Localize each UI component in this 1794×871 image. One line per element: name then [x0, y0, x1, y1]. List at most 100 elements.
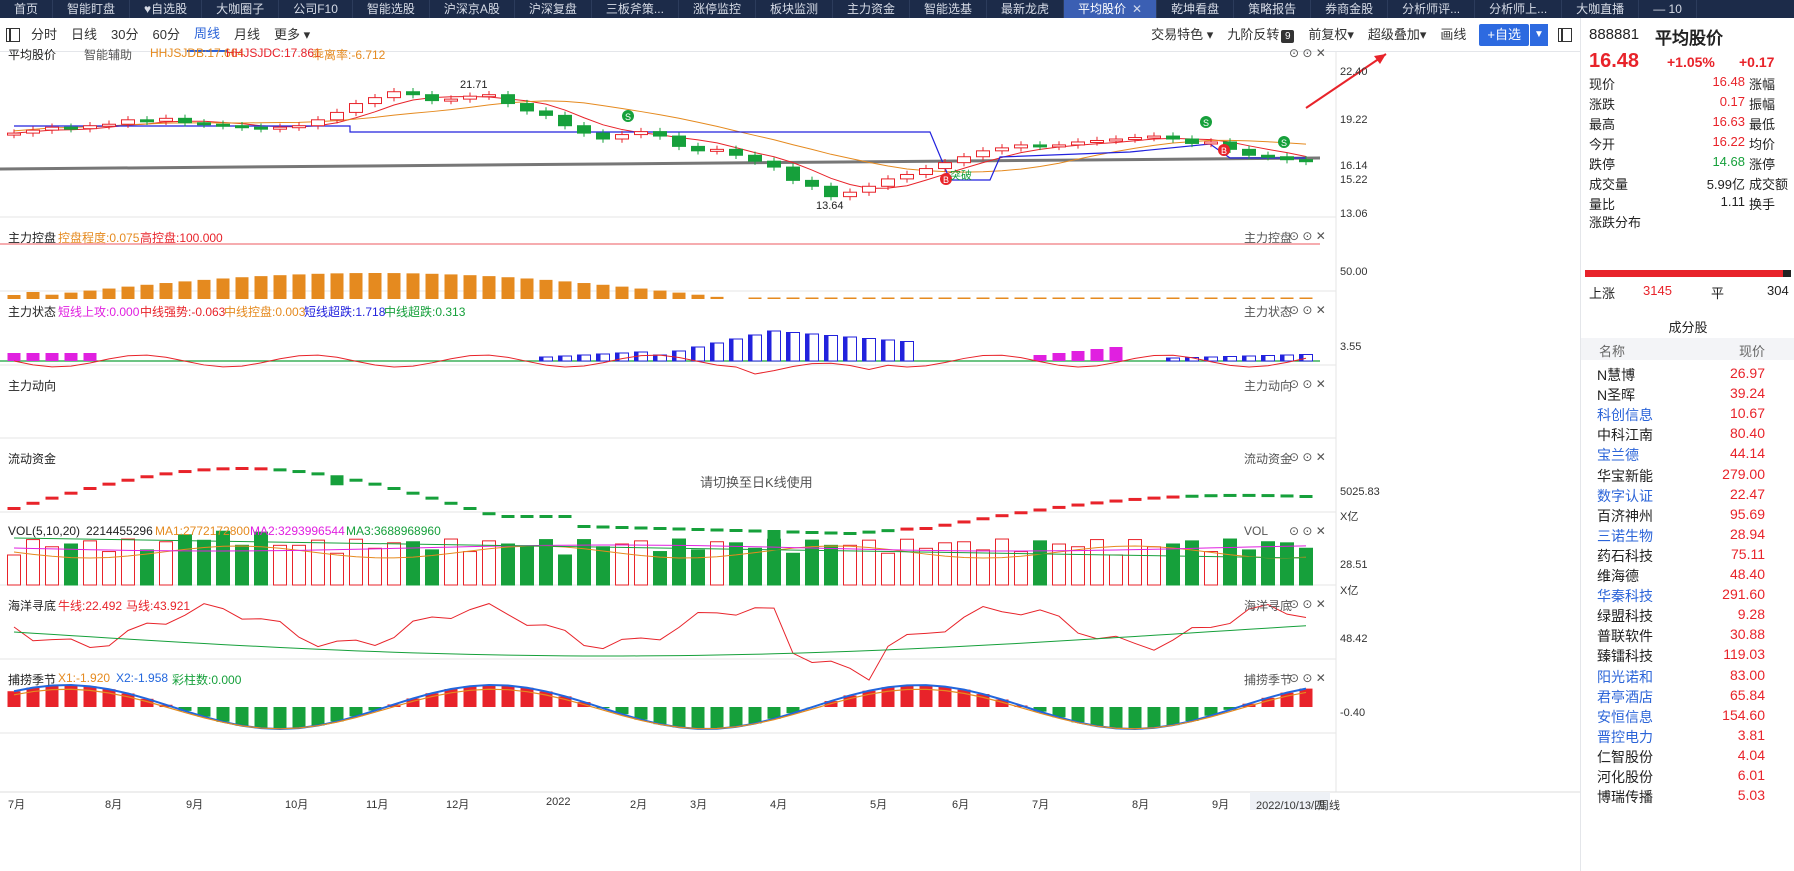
nav-tab-4[interactable]: 公司F10 — [279, 0, 353, 18]
candle — [140, 119, 154, 123]
constituent-row[interactable]: 博瑞传播 5.03 — [1581, 784, 1794, 807]
nav-tab-13[interactable]: 最新龙虎 — [987, 0, 1065, 18]
control-bar — [1071, 297, 1085, 299]
nav-tab-8[interactable]: 三板斧策... — [592, 0, 679, 18]
state-blue-fill — [596, 354, 601, 361]
panel-controls-icon[interactable]: ⊙ ⊙ ✕ — [1289, 450, 1326, 464]
flow-bar — [425, 496, 439, 500]
state-ind-b: 中线强势:-0.063 — [140, 305, 226, 319]
nav-tab-5[interactable]: 智能选股 — [353, 0, 430, 18]
state-magenta-bar — [7, 353, 21, 361]
control-bar — [1242, 297, 1256, 299]
volume-bar — [140, 549, 154, 586]
control-bar — [1109, 297, 1123, 299]
nav-tab-17[interactable]: 券商金股 — [1311, 0, 1389, 18]
flow-bar — [786, 530, 800, 534]
state-ind-d: 短线超跌:1.718 — [304, 305, 386, 319]
control-bar — [786, 297, 800, 299]
control-bar — [83, 290, 97, 299]
volume-bar — [1166, 543, 1180, 586]
state-magenta-bar — [45, 353, 59, 361]
nav-tab-3[interactable]: 大咖圈子 — [202, 0, 280, 18]
trend-panel-tag: 主力动向 — [1244, 379, 1293, 393]
draw-line-button[interactable]: 画线 — [1433, 18, 1473, 52]
nav-tab-14[interactable]: 平均股价 ✕ — [1064, 0, 1158, 18]
panel-controls-icon[interactable]: ⊙ ⊙ ✕ — [1289, 597, 1326, 611]
panel-controls-icon[interactable]: ⊙ ⊙ ✕ — [1289, 377, 1326, 391]
nav-tab-11[interactable]: 主力资金 — [833, 0, 910, 18]
season-bar — [64, 685, 78, 707]
control-bar — [520, 278, 534, 299]
overlay-menu[interactable]: 超级叠加▾ — [1361, 18, 1434, 52]
panel-controls-icon[interactable]: ⊙ ⊙ ✕ — [1289, 524, 1326, 538]
season-ind-a: X1:-1.920 — [58, 671, 111, 685]
nav-tab-12[interactable]: 智能选基 — [910, 0, 987, 18]
state-blue-fill — [767, 331, 772, 361]
panel-controls-icon[interactable]: ⊙ ⊙ ✕ — [1289, 46, 1326, 60]
flow-bar — [824, 531, 838, 535]
flow-bar — [64, 491, 78, 495]
trend-panel-title: 主力动向 — [8, 379, 57, 393]
state-magenta-bar — [1109, 347, 1123, 361]
volume-bar — [368, 547, 382, 586]
control-ind-a: 控盘程度:0.075 — [58, 231, 140, 245]
trade-feature-menu[interactable]: 交易特色 ▾ — [1144, 18, 1220, 52]
nav-tab-7[interactable]: 沪深复盘 — [515, 0, 592, 18]
nav-tab-21[interactable]: — 10 — [1639, 0, 1697, 18]
candle — [1128, 137, 1142, 141]
control-bar — [235, 277, 249, 299]
up-count: 3145 — [1643, 283, 1672, 298]
nav-tab-15[interactable]: 乾坤看盘 — [1157, 0, 1235, 18]
volume-bar — [45, 546, 59, 586]
nav-tab-0[interactable]: 首页 — [0, 0, 54, 18]
tab-close-icon[interactable]: ✕ — [1132, 2, 1142, 16]
chart-area[interactable]: SSSBB 平均股价 智能辅助 HHJSJDB:17.664 HHJSJDC:17.8… — [0, 46, 1580, 871]
state-blue-fill — [786, 332, 791, 361]
add-watchlist-button[interactable]: +自选 — [1479, 23, 1529, 46]
nav-tab-16[interactable]: 策略报告 — [1234, 0, 1312, 18]
control-bar — [387, 273, 401, 299]
season-bar — [691, 707, 705, 729]
flow-bar — [197, 468, 211, 472]
nav-tab-6[interactable]: 沪深京A股 — [430, 0, 515, 18]
flow-bar — [862, 530, 876, 534]
flow-bar — [805, 531, 819, 534]
nav-tab-2[interactable]: ♥自选股 — [130, 0, 203, 18]
ocean-axis-label: 48.42 — [1340, 633, 1368, 645]
month-tick-label: 7月 — [8, 799, 26, 811]
panel-controls-icon[interactable]: ⊙ ⊙ ✕ — [1289, 229, 1326, 243]
add-watchlist-dropdown[interactable]: ▼ — [1530, 23, 1548, 46]
flow-bar — [1014, 511, 1028, 515]
control-bar — [121, 286, 135, 299]
candle — [672, 135, 686, 147]
layout-toggle-icon[interactable] — [6, 27, 20, 42]
volume-bar — [710, 541, 724, 586]
nav-tab-10[interactable]: 板块监测 — [756, 0, 833, 18]
volume-bar — [444, 538, 458, 586]
panel-toggle-icon[interactable] — [1558, 27, 1572, 42]
nav-tab-19[interactable]: 分析师上... — [1475, 0, 1563, 18]
season-bar — [1147, 707, 1161, 728]
flow-bar — [1204, 494, 1218, 498]
volume-bar — [64, 543, 78, 586]
season-bar — [710, 707, 724, 729]
nav-tab-20[interactable]: 大咖直播 — [1562, 0, 1640, 18]
nav-tab-1[interactable]: 智能盯盘 — [53, 0, 131, 18]
control-bar — [767, 297, 781, 299]
nav-tab-9[interactable]: 涨停监控 — [679, 0, 756, 18]
control-bar — [843, 297, 857, 299]
volume-bar — [691, 549, 705, 586]
volume-bar — [330, 552, 344, 586]
nav-tab-18[interactable]: 分析师评... — [1388, 0, 1476, 18]
flow-bar — [1242, 493, 1256, 497]
panel-controls-icon[interactable]: ⊙ ⊙ ✕ — [1289, 671, 1326, 685]
control-bar — [7, 295, 21, 299]
state-blue-fill — [672, 351, 677, 361]
volume-bar — [1052, 543, 1066, 586]
season-bar — [273, 707, 287, 729]
flow-bar — [1280, 494, 1294, 498]
flow-bar — [1052, 505, 1066, 509]
panel-controls-icon[interactable]: ⊙ ⊙ ✕ — [1289, 303, 1326, 317]
season-panel-title: 捕捞季节 — [8, 673, 57, 687]
season-panel-tag: 捕捞季节 — [1244, 673, 1293, 687]
